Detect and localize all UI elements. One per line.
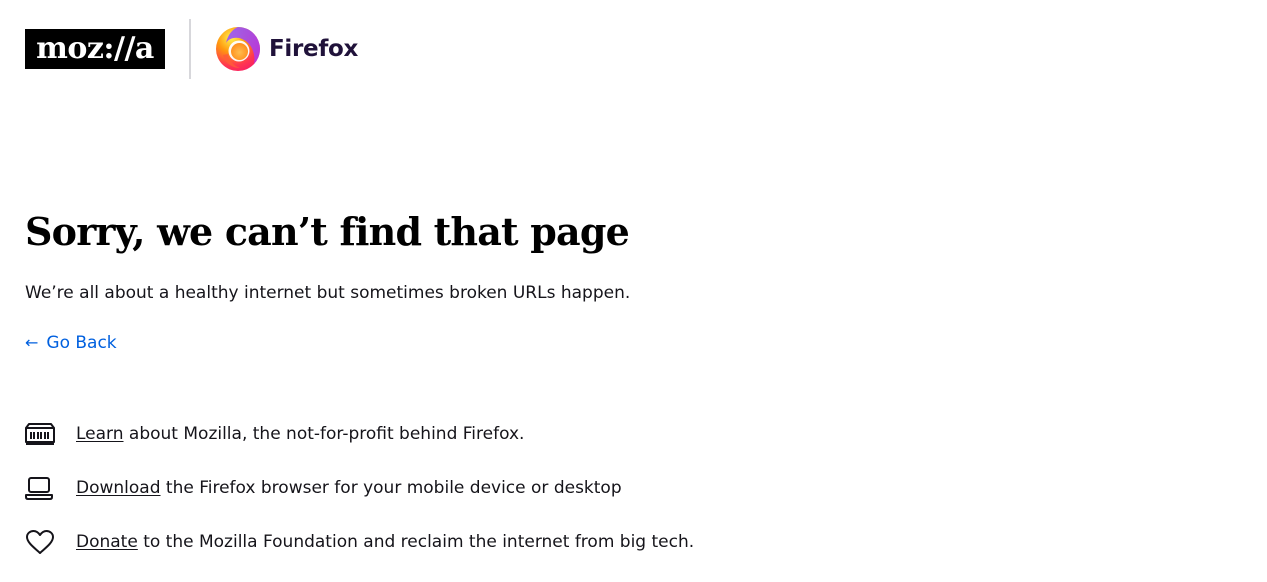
mozilla-building-icon	[25, 420, 57, 448]
learn-text: Learn about Mozilla, the not-for-profit …	[76, 422, 524, 446]
list-item-download: Download the Firefox browser for your mo…	[25, 474, 694, 502]
go-back-label: Go Back	[46, 333, 117, 353]
mozilla-logo-text: moz://a	[36, 31, 154, 66]
header-divider	[189, 19, 191, 79]
firefox-logo-icon	[216, 27, 260, 71]
download-link[interactable]: Download	[76, 478, 161, 498]
firefox-brand-link[interactable]: Firefox	[214, 25, 358, 73]
donate-text: Donate to the Mozilla Foundation and rec…	[76, 530, 694, 554]
arrow-left-icon: ←	[25, 333, 39, 352]
mozilla-logo[interactable]: moz://a	[25, 29, 165, 69]
donate-link[interactable]: Donate	[76, 532, 138, 552]
heart-icon	[25, 528, 57, 556]
helpful-links-list: Learn about Mozilla, the not-for-profit …	[25, 420, 694, 582]
learn-link[interactable]: Learn	[76, 424, 124, 444]
site-header: moz://a Firefox	[25, 18, 358, 80]
error-description: We’re all about a healthy internet but s…	[25, 283, 631, 303]
learn-description: about Mozilla, the not-for-profit behind…	[123, 424, 525, 444]
download-text: Download the Firefox browser for your mo…	[76, 476, 622, 500]
firefox-wordmark: Firefox	[269, 36, 359, 62]
go-back-link[interactable]: ← Go Back	[25, 331, 117, 355]
download-description: the Firefox browser for your mobile devi…	[160, 478, 622, 498]
list-item-donate: Donate to the Mozilla Foundation and rec…	[25, 528, 694, 556]
donate-description: to the Mozilla Foundation and reclaim th…	[137, 532, 695, 552]
page-title: Sorry, we can’t find that page	[25, 209, 630, 254]
list-item-learn: Learn about Mozilla, the not-for-profit …	[25, 420, 694, 448]
laptop-icon	[25, 474, 57, 502]
